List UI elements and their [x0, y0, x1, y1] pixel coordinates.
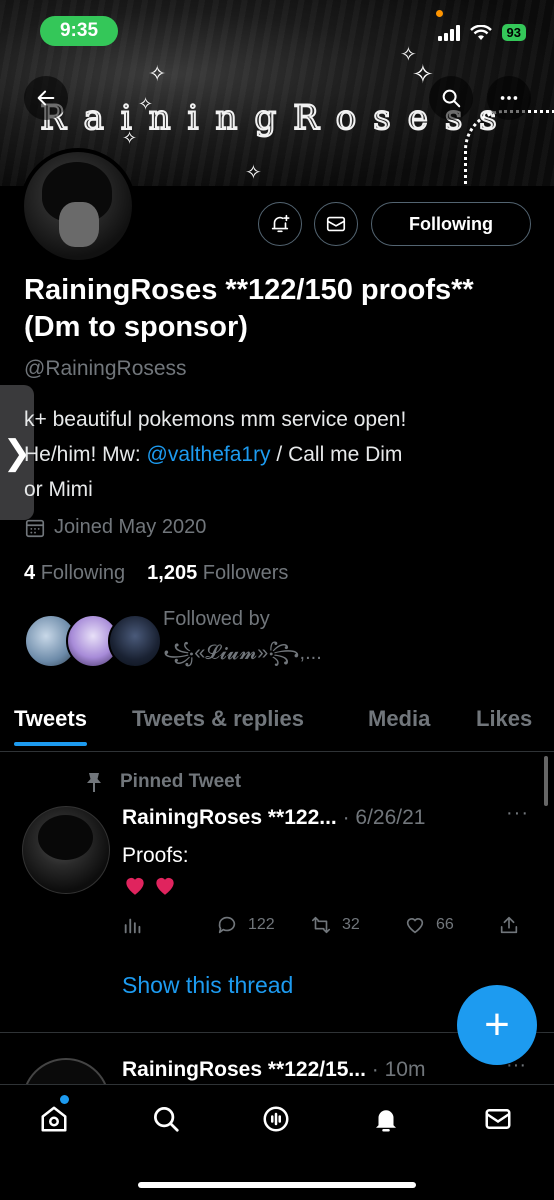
tweet-header: RainingRoses **122/15... · 10m — [122, 1058, 425, 1082]
search-icon — [442, 89, 461, 108]
show-thread-link[interactable]: Show this thread — [122, 972, 293, 999]
followed-by-label: Followed by — [163, 608, 270, 630]
bio-line: k+ beautiful pokemons mm service open! — [24, 408, 407, 431]
tab-media[interactable]: Media — [368, 700, 430, 732]
followers-count-link[interactable]: 1,205 Followers — [147, 562, 288, 585]
arrow-left-icon — [37, 90, 55, 106]
retweet-icon — [311, 916, 331, 934]
tweet-date[interactable]: · 6/26/21 — [337, 806, 426, 829]
following-button[interactable]: Following — [371, 202, 531, 246]
profile-tabs: Tweets Tweets & replies Media Likes — [0, 700, 554, 752]
tweet-emojis — [122, 872, 178, 898]
avatar — [108, 614, 162, 668]
tweet-more-button[interactable]: ··· — [506, 802, 529, 825]
wifi-icon — [469, 24, 492, 40]
spaces-icon — [263, 1106, 289, 1132]
battery-indicator: 93 — [501, 24, 526, 41]
scrollbar[interactable] — [544, 756, 548, 806]
nav-messages[interactable] — [480, 1101, 516, 1137]
message-button[interactable] — [314, 202, 358, 246]
compose-tweet-button[interactable]: + — [457, 985, 537, 1065]
nav-spaces[interactable] — [258, 1101, 294, 1137]
privacy-indicator-dot — [436, 10, 443, 17]
signal-icon — [437, 24, 460, 41]
retweet-button[interactable]: 32 — [310, 914, 360, 936]
home-indicator[interactable] — [138, 1182, 416, 1188]
home-icon — [41, 1106, 67, 1132]
profile-bio: k+ beautiful pokemons mm service open! H… — [24, 402, 544, 507]
followed-by-names: ꧁«𝓛𝓲𝓾𝓶»꧂,... — [163, 642, 322, 664]
tweet-text: Proofs: — [122, 844, 189, 867]
tweet-header: RainingRoses **122... · 6/26/21 — [122, 806, 425, 830]
user-handle: @RainingRosess — [24, 357, 187, 380]
share-icon — [500, 916, 518, 934]
pin-icon — [87, 773, 101, 792]
followed-by-avatars[interactable] — [24, 614, 162, 670]
more-horizontal-icon — [500, 96, 518, 100]
sparkle-icon: ✧ — [148, 62, 167, 87]
tab-tweets[interactable]: Tweets — [14, 700, 87, 746]
bio-line: or Mimi — [24, 478, 93, 501]
profile-avatar[interactable] — [20, 148, 136, 264]
search-icon — [154, 1107, 179, 1132]
sparkle-icon: ✧ — [138, 94, 154, 115]
heart-outline-icon — [406, 918, 424, 934]
reply-icon — [218, 916, 236, 934]
share-button[interactable] — [498, 914, 520, 936]
cloud-decoration — [464, 110, 554, 186]
more-options-button[interactable] — [487, 76, 531, 120]
tweet-author-avatar[interactable] — [22, 806, 110, 894]
tab-likes[interactable]: Likes — [476, 700, 532, 732]
search-button[interactable] — [429, 76, 473, 120]
status-time: 9:35 — [40, 16, 118, 46]
heart-emoji-icon — [156, 877, 174, 895]
analytics-button[interactable] — [122, 914, 144, 936]
followed-by-text[interactable]: Followed by ꧁«𝓛𝓲𝓾𝓶»꧂,... — [163, 602, 322, 670]
display-name: RainingRoses **122/150 proofs** (Dm to s… — [24, 274, 474, 343]
following-count-link[interactable]: 4 Following — [24, 562, 125, 585]
sparkle-icon: ✧ — [245, 160, 262, 184]
tweet-date[interactable]: · 10m — [366, 1058, 426, 1081]
plus-icon: + — [484, 1000, 510, 1049]
retweet-count: 32 — [342, 916, 360, 933]
nav-home[interactable] — [36, 1101, 72, 1137]
bio-line: He/him! Mw: @valthefa1ry / Call me Dim — [24, 437, 544, 472]
envelope-icon — [485, 1109, 511, 1129]
home-notification-dot — [60, 1095, 69, 1104]
back-button[interactable] — [24, 76, 68, 120]
notifications-button[interactable] — [258, 202, 302, 246]
envelope-icon — [326, 216, 346, 232]
pinned-label: Pinned Tweet — [84, 771, 241, 793]
tweet-author-name[interactable]: RainingRoses **122/15... — [122, 1058, 366, 1081]
joined-date: Joined May 2020 — [24, 516, 206, 539]
heart-emoji-icon — [126, 877, 144, 895]
bio-text: He/him! Mw: — [24, 443, 147, 466]
joined-text: Joined May 2020 — [54, 516, 207, 538]
sparkle-icon: ✧ — [400, 42, 417, 66]
reply-count: 122 — [248, 916, 275, 933]
sparkle-icon: ✧ — [122, 128, 138, 149]
tab-tweets-replies[interactable]: Tweets & replies — [132, 700, 304, 732]
like-count: 66 — [436, 916, 454, 933]
tweet-actions: 122 32 66 — [122, 914, 522, 940]
follow-stats: 4 Following 1,205 Followers — [24, 562, 288, 585]
sparkle-icon: ✧ — [412, 60, 434, 90]
like-button[interactable]: 66 — [404, 914, 454, 936]
tweet-author-name[interactable]: RainingRoses **122... — [122, 806, 337, 829]
bell-plus-icon — [271, 214, 290, 233]
bell-icon — [376, 1110, 396, 1132]
nav-notifications[interactable] — [368, 1101, 404, 1137]
bio-text: / Call me Dim — [270, 443, 403, 466]
pinned-text: Pinned Tweet — [120, 771, 242, 792]
calendar-icon — [25, 519, 45, 537]
nav-search[interactable] — [148, 1101, 184, 1137]
reply-button[interactable]: 122 — [216, 914, 275, 936]
status-icons: 93 — [437, 24, 526, 41]
analytics-icon — [124, 918, 141, 934]
mention-link[interactable]: @valthefa1ry — [147, 443, 271, 466]
